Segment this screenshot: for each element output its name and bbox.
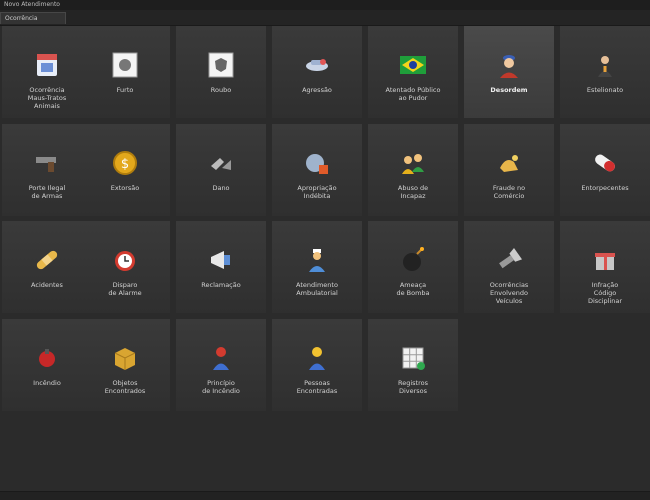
tile-abuso-incapaz[interactable]: Abuso de Incapaz <box>368 124 458 216</box>
tile-furto[interactable]: Furto <box>80 26 170 118</box>
svg-text:$: $ <box>121 157 129 172</box>
tile-label: Disparo de Alarme <box>108 281 142 297</box>
fire-alarm-icon <box>30 341 64 375</box>
tile-label: Objetos Encontrados <box>104 379 146 395</box>
tile-agressao[interactable]: Agressão <box>272 26 362 118</box>
gift-box-icon <box>588 243 622 277</box>
tile-label: Dano <box>212 184 230 192</box>
tile-label: Acidentes <box>31 281 63 289</box>
tile-label: Pessoas Encontradas <box>296 379 338 395</box>
window-title: Novo Atendimento <box>0 0 650 10</box>
tile-disparo-alarme[interactable]: Disparo de Alarme <box>80 221 170 313</box>
bomb-icon <box>396 243 430 277</box>
gun-icon <box>30 146 64 180</box>
tile-objetos-encontrados[interactable]: Objetos Encontrados <box>80 319 170 411</box>
tile-label: Furto <box>116 86 134 94</box>
tile-label: Abuso de Incapaz <box>397 184 429 200</box>
tile-estelionato[interactable]: Estelionato <box>560 26 650 118</box>
pill-icon <box>588 146 622 180</box>
tab-ocorrencia[interactable]: Ocorrência <box>0 12 66 24</box>
status-bar <box>0 491 650 500</box>
tile-fraude-comercio[interactable]: Fraude no Comércio <box>464 124 554 216</box>
tile-entorpecentes[interactable]: Entorpecentes <box>560 124 650 216</box>
tile-desordem[interactable]: Desordem <box>464 26 554 118</box>
tile-registros-diversos[interactable]: Registros Diversos <box>368 319 458 411</box>
tile-label: Reclamação <box>201 281 241 289</box>
tile-porte-ilegal[interactable]: Porte Ilegal de Armas <box>2 124 92 216</box>
tile-label: Desordem <box>490 86 528 94</box>
tile-ocorrencias-veiculos[interactable]: Ocorrências Envolvendo Veículos <box>464 221 554 313</box>
tile-reclamacao[interactable]: Reclamação <box>176 221 266 313</box>
officer-icon <box>492 48 526 82</box>
tile-pessoas-encontradas[interactable]: Pessoas Encontradas <box>272 319 362 411</box>
megaphone-icon <box>204 243 238 277</box>
tab-strip: Ocorrência <box>0 10 650 26</box>
people-icon <box>396 146 430 180</box>
car-crash-icon <box>300 48 334 82</box>
tile-acidentes[interactable]: Acidentes <box>2 221 92 313</box>
shield-sign-icon <box>204 48 238 82</box>
tile-apropriacao[interactable]: Apropriação Indébita <box>272 124 362 216</box>
brazil-flag-icon <box>396 48 430 82</box>
tile-dano[interactable]: Dano <box>176 124 266 216</box>
calendar-icon <box>30 48 64 82</box>
tile-label: Porte Ilegal de Armas <box>28 184 66 200</box>
tile-label: Roubo <box>210 86 232 94</box>
tile-label: Princípio de Incêndio <box>202 379 240 395</box>
tile-ameaca-bomba[interactable]: Ameaça de Bomba <box>368 221 458 313</box>
cash-register-icon <box>300 146 334 180</box>
tile-incendio[interactable]: Incêndio <box>2 319 92 411</box>
tile-roubo[interactable]: Roubo <box>176 26 266 118</box>
tile-infracao-codigo[interactable]: Infração Código Disciplinar <box>560 221 650 313</box>
alarm-clock-icon <box>108 243 142 277</box>
tile-label: Ocorrência Maus-Tratos Animais <box>27 86 67 110</box>
person-suit-icon <box>588 48 622 82</box>
bandage-icon <box>30 243 64 277</box>
tile-label: Entorpecentes <box>581 184 629 192</box>
tile-label: Incêndio <box>33 379 61 387</box>
tile-atentado-pudor[interactable]: Atentado Público ao Pudor <box>368 26 458 118</box>
tile-extorsao[interactable]: $ Extorsão <box>80 124 170 216</box>
person-yellow-icon <box>300 341 334 375</box>
tile-label: Registros Diversos <box>398 379 428 395</box>
tile-principio-incendio[interactable]: Princípio de Incêndio <box>176 319 266 411</box>
tile-label: Infração Código Disciplinar <box>587 281 623 305</box>
hand-money-icon <box>492 146 526 180</box>
grid-table-icon <box>396 341 430 375</box>
hand-sign-icon <box>108 48 142 82</box>
person-red-icon <box>204 341 238 375</box>
tile-label: Atendimento Ambulatorial <box>296 281 338 297</box>
tile-label: Ameaça de Bomba <box>396 281 430 297</box>
broken-object-icon <box>204 146 238 180</box>
tile-atendimento-ambulatorial[interactable]: Atendimento Ambulatorial <box>272 221 362 313</box>
tile-label: Atentado Público ao Pudor <box>385 86 441 102</box>
tile-label: Estelionato <box>586 86 624 94</box>
tile-label: Ocorrências Envolvendo Veículos <box>489 281 529 305</box>
tile-maus-tratos[interactable]: Ocorrência Maus-Tratos Animais <box>2 26 92 118</box>
tile-label: Fraude no Comércio <box>492 184 526 200</box>
tile-label: Agressão <box>302 86 332 94</box>
coin-icon: $ <box>108 146 142 180</box>
flashlight-icon <box>492 243 526 277</box>
nurse-icon <box>300 243 334 277</box>
tile-label: Apropriação Indébita <box>297 184 337 200</box>
tile-label: Extorsão <box>110 184 140 192</box>
box-icon <box>108 341 142 375</box>
